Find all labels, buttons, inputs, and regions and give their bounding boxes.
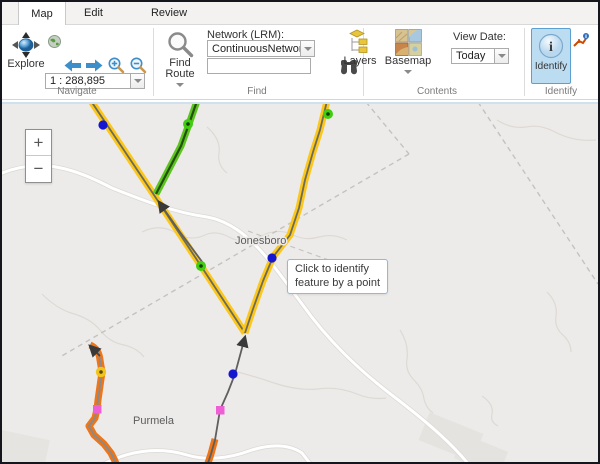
zoom-in-tool-icon[interactable] [108, 57, 125, 74]
boundary-lines [60, 104, 598, 357]
identify-button[interactable]: i Identify [531, 28, 571, 84]
marker-green-dot [323, 109, 333, 119]
explore-button[interactable]: Explore [8, 32, 44, 70]
chevron-down-icon [304, 47, 312, 51]
group-label-navigate: Navigate [32, 86, 122, 97]
place-label-jonesboro: Jonesboro [235, 235, 286, 247]
network-lrm-value: ContinuousNetwork [212, 43, 301, 55]
tooltip-line1: Click to identify [295, 262, 380, 276]
explore-label: Explore [7, 59, 44, 70]
map-zoom-control: + − [25, 129, 52, 183]
marker-pink-square [216, 406, 225, 415]
event-editor-window: Map Edit Review Explore [0, 0, 600, 464]
map-zoom-in-button[interactable]: + [26, 130, 51, 156]
view-date-label: View Date: [453, 31, 506, 43]
tab-review-label: Review [151, 7, 187, 19]
route-green-north[interactable] [156, 104, 197, 194]
tooltip-line2: feature by a point [295, 276, 380, 290]
find-route-magnifier-icon [167, 31, 194, 58]
group-label-contents: Contents [387, 86, 487, 97]
basemap-label: Basemap [385, 56, 431, 67]
identify-icon-glyph: i [549, 40, 553, 55]
map-scale-dropdown-button[interactable] [130, 73, 145, 89]
marker-yellow-dot [96, 367, 106, 377]
marker-pink-square [93, 405, 102, 414]
find-route-button[interactable]: Find Route [160, 31, 200, 87]
previous-extent-icon[interactable] [64, 59, 81, 72]
identify-cursor-tooltip: Click to identify feature by a point [287, 259, 388, 294]
group-label-identify: Identify [525, 86, 597, 97]
ribbon: Explore 1 : 288,895 Navi [2, 25, 598, 100]
map-zoom-out-button[interactable]: − [26, 156, 51, 182]
marker-green-dot [183, 119, 193, 129]
landuse-polygons [2, 412, 508, 464]
full-extent-globe-icon[interactable] [48, 35, 61, 48]
next-extent-icon[interactable] [86, 59, 103, 72]
basemap-icon [395, 29, 422, 56]
route-yellow-west[interactable] [91, 104, 245, 333]
chevron-down-icon [498, 54, 506, 58]
marker-blue-dot [228, 369, 237, 378]
layers-label: Layers [343, 56, 376, 67]
tab-review[interactable]: Review [143, 2, 195, 24]
tab-map[interactable]: Map [18, 2, 66, 25]
ribbon-tab-bar: Map Edit Review [2, 2, 598, 25]
chevron-down-icon [176, 83, 184, 87]
layers-button[interactable]: Layers [340, 29, 380, 67]
identify-button-label: Identify [535, 61, 567, 72]
network-lrm-select[interactable]: ContinuousNetwork [207, 40, 301, 57]
zoom-out-tool-icon[interactable] [130, 57, 147, 74]
group-label-find: Find [212, 86, 302, 97]
view-date-select[interactable]: Today [451, 48, 495, 64]
chevron-down-icon [134, 79, 142, 83]
chevron-down-icon [404, 70, 412, 74]
group-separator [153, 28, 154, 96]
network-lrm-dropdown-button[interactable] [300, 40, 315, 57]
find-route-label-line2: Route [165, 69, 194, 80]
tab-map-label: Map [31, 8, 52, 20]
basemap-button[interactable]: Basemap [382, 29, 434, 74]
layers-icon [348, 29, 373, 56]
marker-blue-dot [267, 253, 276, 262]
tab-edit-label: Edit [84, 7, 103, 19]
marker-blue-dot [98, 120, 107, 129]
marker-green-dot [196, 261, 206, 271]
route-yellow-east[interactable] [245, 104, 327, 333]
view-date-value: Today [456, 50, 485, 62]
route-orange-west[interactable] [89, 345, 117, 464]
route-search-input[interactable] [207, 58, 311, 74]
explore-pan-icon [12, 32, 40, 59]
identify-route-location-icon[interactable] [573, 33, 590, 48]
view-date-dropdown-button[interactable] [494, 48, 509, 64]
place-label-purmela: Purmela [133, 415, 175, 427]
tab-edit[interactable]: Edit [73, 2, 114, 24]
map-canvas[interactable]: Jonesboro Purmela + − Click to identify … [2, 102, 598, 464]
identify-info-icon: i [538, 33, 564, 59]
